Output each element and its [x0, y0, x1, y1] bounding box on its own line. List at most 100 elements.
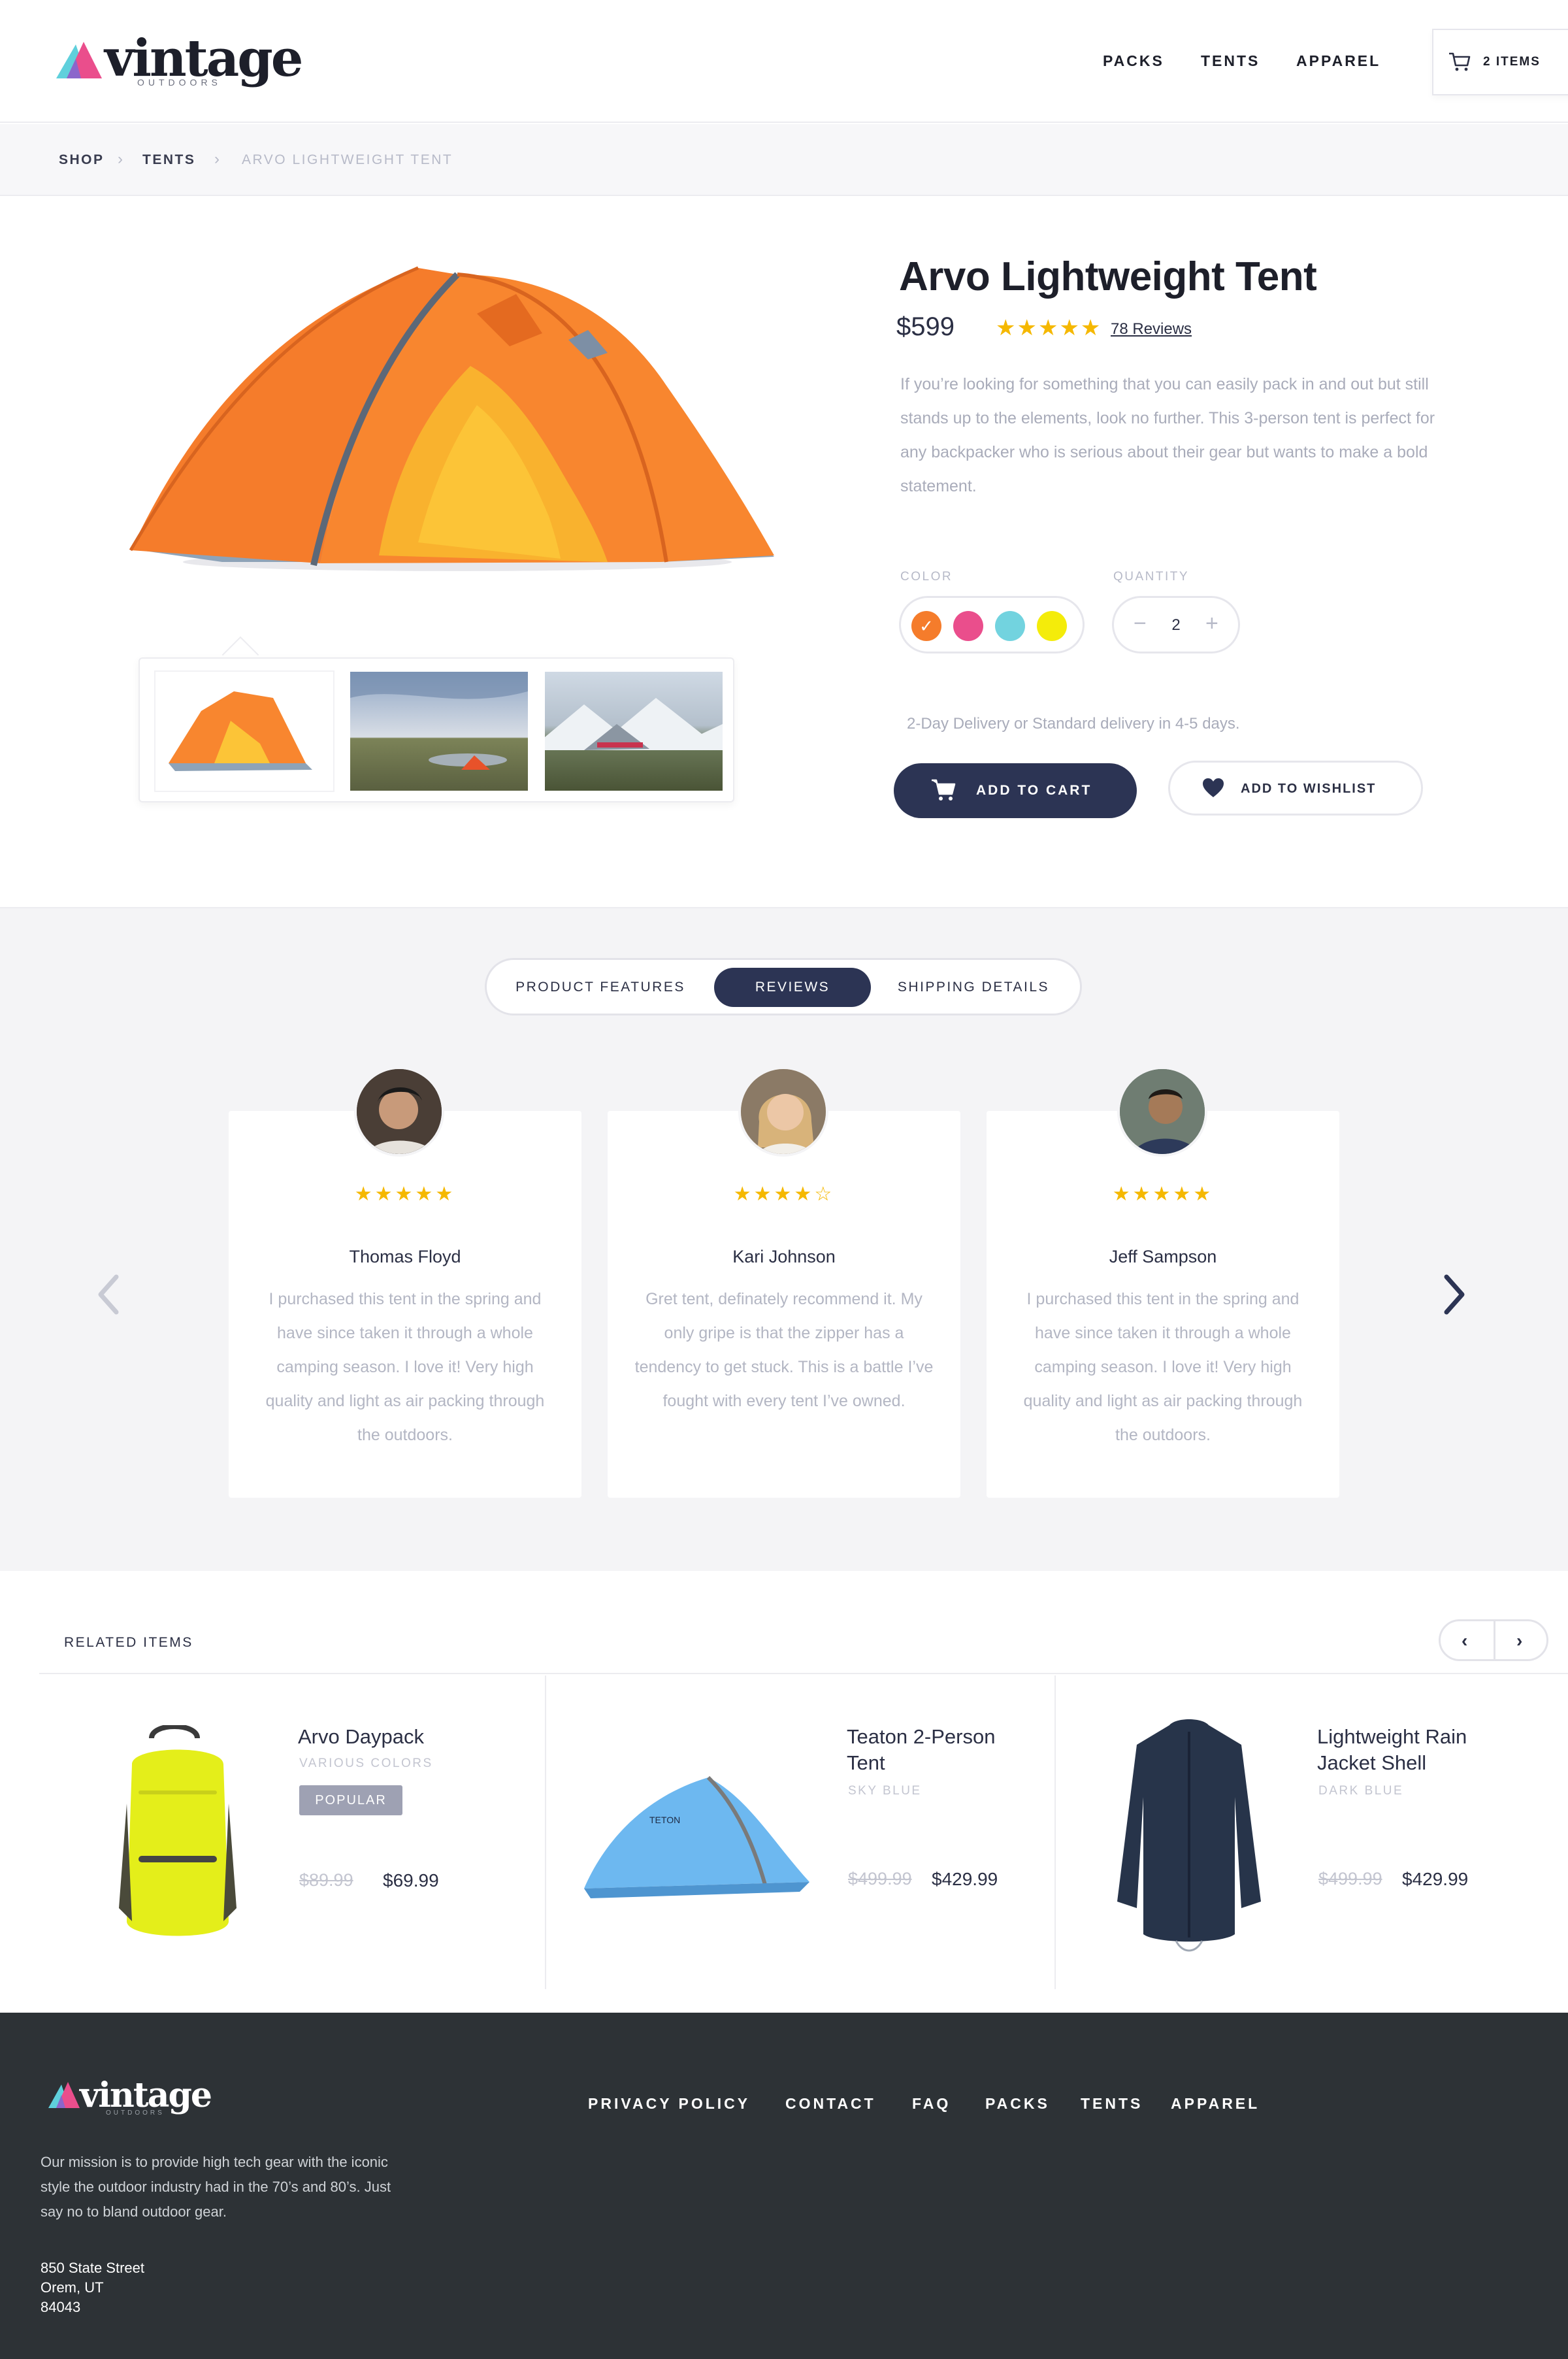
divider [39, 1673, 1568, 1674]
tab-product-features[interactable]: PRODUCT FEATURES [496, 968, 705, 1007]
thumbnail-mountain-camp[interactable] [545, 672, 723, 791]
quantity-label: QUANTITY [1113, 570, 1190, 584]
review-stars: ★★★★★ [1112, 1183, 1214, 1205]
address-line: 84043 [41, 2299, 81, 2315]
logo-mountain-icon [56, 42, 102, 78]
tab-reviews[interactable]: REVIEWS [714, 968, 871, 1007]
related-item-name[interactable]: Tent [847, 1750, 885, 1776]
review-text: Gret tent, definately recommend it. My o… [634, 1290, 934, 1410]
color-swatch-pink[interactable] [953, 611, 983, 641]
color-swatch-cyan[interactable] [995, 611, 1025, 641]
chevron-right-icon[interactable]: › [1516, 1630, 1522, 1651]
footer-logo[interactable]: vintage OUTDOORS [48, 2075, 218, 2124]
nav-tents[interactable]: TENTS [1201, 52, 1260, 70]
avatar [1117, 1066, 1207, 1157]
review-stars: ★★★★☆ [733, 1183, 835, 1205]
delivery-info: 2-Day Delivery or Standard delivery in 4… [907, 715, 1240, 733]
related-item-name[interactable]: Arvo Daypack [298, 1724, 424, 1750]
chevron-left-icon[interactable] [97, 1274, 120, 1315]
chevron-right-icon[interactable] [1443, 1274, 1466, 1315]
thumbnail-tent-orange[interactable] [155, 672, 333, 791]
footer-address: 850 State Street Orem, UT 84043 [41, 2258, 144, 2317]
related-item-name[interactable]: Lightweight Rain [1317, 1724, 1467, 1750]
related-item-image[interactable] [112, 1725, 243, 1954]
cart-count: 2 ITEMS [1483, 55, 1541, 69]
related-item-price: $429.99 [932, 1869, 998, 1889]
footer-link-contact[interactable]: CONTACT [785, 2095, 876, 2113]
add-to-cart-label: ADD TO CART [976, 783, 1092, 798]
reviewer-name: Thomas Floyd [349, 1247, 461, 1266]
product-description: If you’re looking for something that you… [900, 375, 1435, 495]
quantity-increment[interactable]: + [1205, 611, 1218, 636]
cart-icon [932, 779, 956, 800]
nav-apparel[interactable]: APPAREL [1296, 52, 1380, 70]
footer-link-tents[interactable]: TENTS [1081, 2095, 1143, 2113]
footer-link-apparel[interactable]: APPAREL [1171, 2095, 1260, 2113]
related-item-image[interactable] [1111, 1719, 1267, 1960]
divider [545, 1675, 546, 1989]
related-item-old-price: $89.99 [299, 1870, 353, 1890]
product-price: $599 [896, 312, 955, 341]
review-text: I purchased this tent in the spring and … [265, 1290, 545, 1444]
address-line: 850 State Street [41, 2260, 144, 2276]
cart-button[interactable]: 2 ITEMS [1432, 29, 1568, 95]
review-stars: ★★★★★ [354, 1183, 456, 1205]
add-to-cart-button[interactable]: ADD TO CART [894, 763, 1137, 818]
related-item-variant: SKY BLUE [848, 1784, 922, 1798]
site-header: vintage OUTDOORS PACKS TENTS APPAREL 2 I… [0, 0, 1568, 123]
quantity-stepper: − 2 + [1112, 596, 1240, 653]
address-line: Orem, UT [41, 2279, 104, 2296]
related-item-variant: DARK BLUE [1318, 1784, 1404, 1798]
reviewer-name: Kari Johnson [732, 1247, 836, 1266]
related-item-name[interactable]: Teaton 2-Person [847, 1724, 995, 1750]
review-card: ★★★★☆ Kari Johnson Gret tent, definately… [608, 1111, 960, 1498]
color-swatch-yellow[interactable] [1037, 611, 1067, 641]
tab-shipping-details[interactable]: SHIPPING DETAILS [879, 968, 1068, 1007]
breadcrumb-current: ARVO LIGHTWEIGHT TENT [242, 152, 453, 167]
add-to-wishlist-label: ADD TO WISHLIST [1241, 782, 1377, 796]
footer-logo-subtitle: OUTDOORS [106, 2109, 165, 2117]
footer-link-privacy-policy[interactable]: PRIVACY POLICY [588, 2095, 750, 2113]
divider [1494, 1621, 1495, 1659]
related-items-heading: RELATED ITEMS [64, 1635, 193, 1650]
footer-link-packs[interactable]: PACKS [985, 2095, 1050, 2113]
add-to-wishlist-button[interactable]: ADD TO WISHLIST [1168, 761, 1423, 816]
footer-link-faq[interactable]: FAQ [912, 2095, 951, 2113]
related-carousel-nav: ‹ › [1439, 1619, 1548, 1661]
related-item-image[interactable]: TETON [578, 1771, 813, 1908]
color-label: COLOR [900, 570, 953, 584]
chevron-left-icon[interactable]: ‹ [1462, 1630, 1467, 1651]
svg-text:TETON: TETON [649, 1815, 680, 1825]
product-rating-stars: ★★★★★ [996, 316, 1102, 340]
related-item-variant: VARIOUS COLORS [299, 1757, 433, 1770]
nav-packs[interactable]: PACKS [1103, 52, 1164, 70]
chevron-right-icon: › [214, 150, 220, 168]
product-title: Arvo Lightweight Tent [899, 254, 1317, 299]
thumbnail-tent-image [169, 691, 312, 771]
product-main-image [129, 266, 774, 571]
quantity-value[interactable]: 2 [1114, 616, 1238, 635]
cart-icon [1449, 52, 1471, 71]
thumbnail-lake-image [350, 672, 528, 770]
color-selector: ✓ [899, 596, 1085, 653]
heart-icon [1203, 778, 1224, 797]
review-card: ★★★★★ Thomas Floyd I purchased this tent… [229, 1111, 581, 1498]
related-item-name[interactable]: Jacket Shell [1317, 1750, 1426, 1776]
brand-logo[interactable]: vintage OUTDOORS [56, 29, 303, 93]
thumbnail-lake-camp[interactable] [350, 672, 528, 791]
related-item-price: $69.99 [383, 1870, 439, 1890]
breadcrumb-tents[interactable]: TENTS [142, 152, 195, 168]
related-item-old-price: $499.99 [1318, 1869, 1382, 1889]
product-tabs: PRODUCT FEATURES REVIEWS SHIPPING DETAIL… [485, 958, 1082, 1015]
divider [1054, 1675, 1056, 1989]
site-footer: vintage OUTDOORS Our mission is to provi… [0, 2013, 1568, 2359]
chevron-right-icon: › [118, 150, 123, 168]
related-item-price: $429.99 [1402, 1869, 1469, 1889]
color-swatch-orange[interactable]: ✓ [911, 611, 941, 641]
breadcrumb-shop[interactable]: SHOP [59, 152, 105, 168]
reviewer-name: Jeff Sampson [1109, 1247, 1217, 1266]
footer-mission: Our mission is to provide high tech gear… [41, 2154, 391, 2220]
reviews-link[interactable]: 78 Reviews [1111, 320, 1192, 338]
popular-badge: POPULAR [299, 1785, 402, 1815]
avatar [354, 1066, 444, 1157]
